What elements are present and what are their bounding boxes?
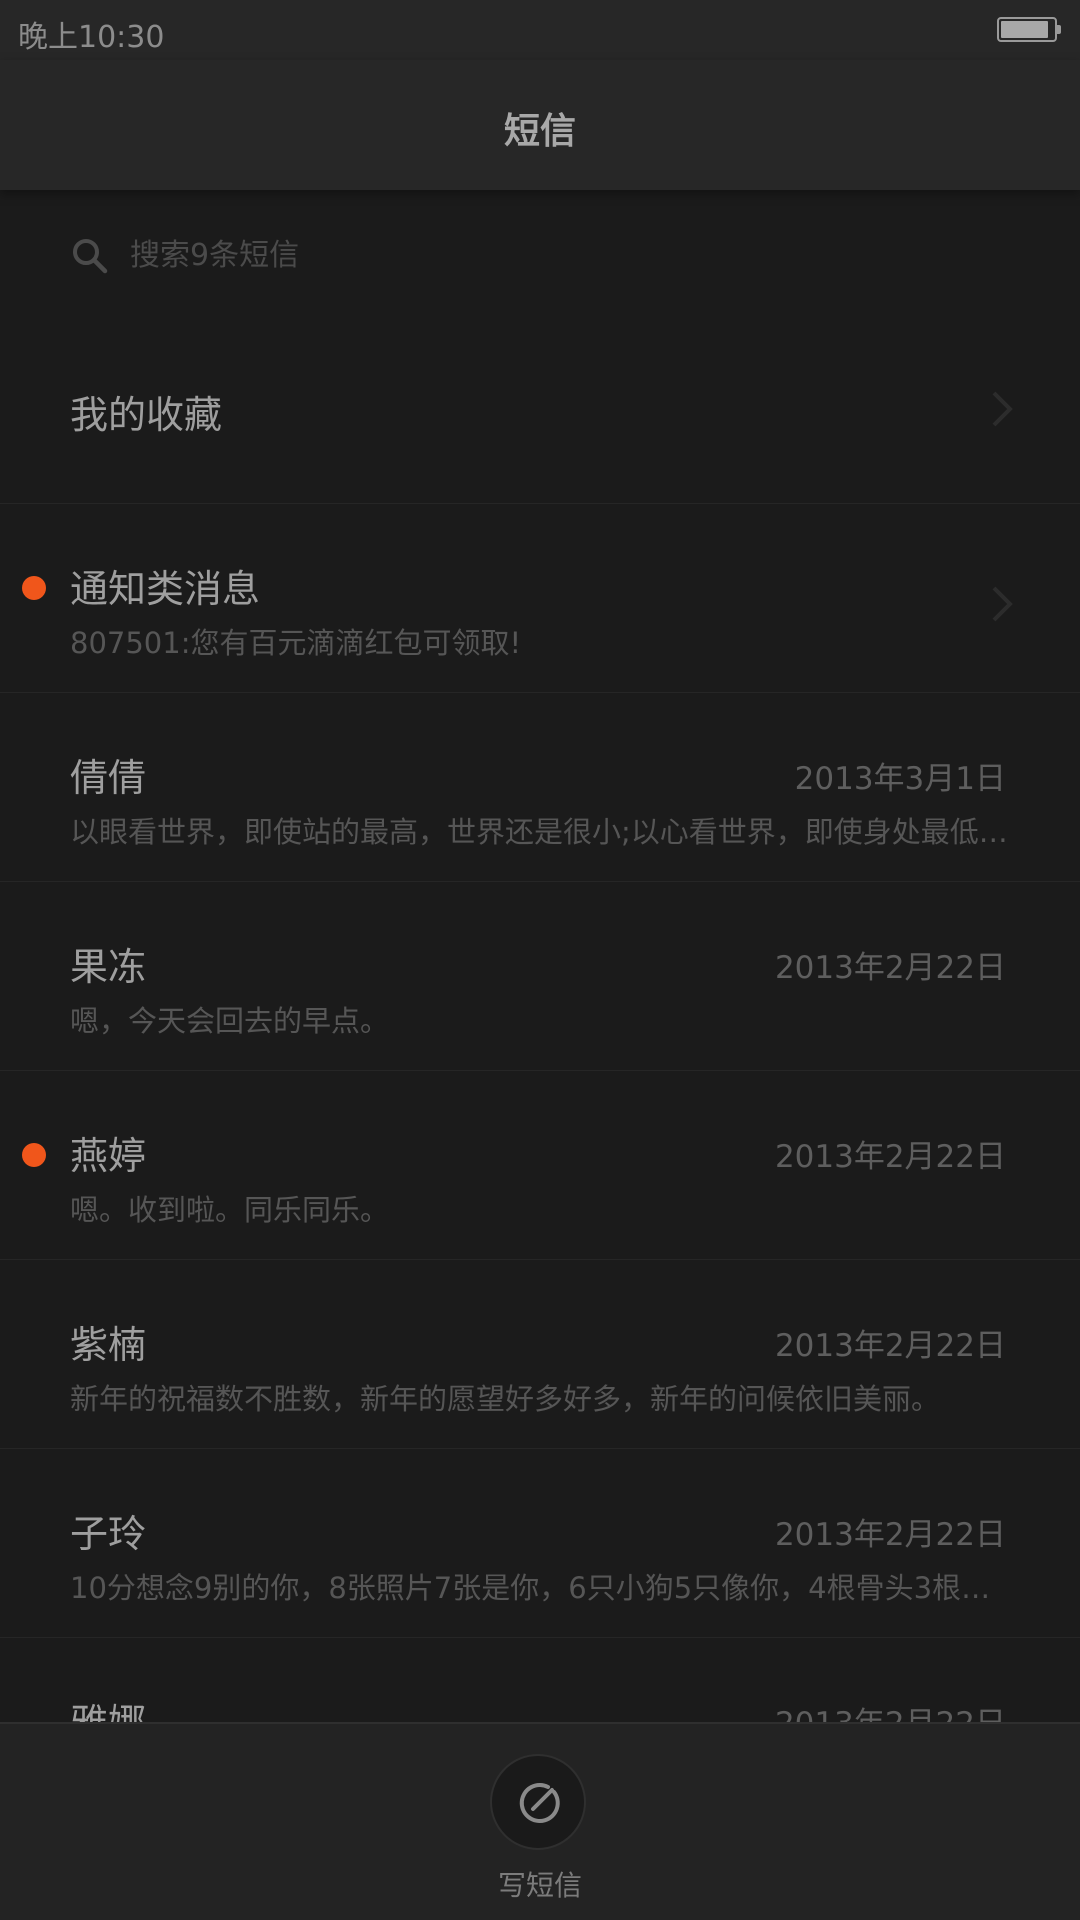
- compose-button[interactable]: [490, 1754, 586, 1850]
- search-input[interactable]: [130, 230, 930, 280]
- conversation-item[interactable]: 燕婷 2013年2月22日 嗯。收到啦。同乐同乐。: [0, 1071, 1080, 1260]
- chevron-right-icon: [992, 586, 1013, 622]
- message-preview: 嗯。收到啦。同乐同乐。: [70, 1193, 390, 1227]
- message-preview: 新年的祝福数不胜数，新年的愿望好多好多，新年的问候依旧美丽。: [70, 1382, 941, 1416]
- contact-name: 子玲: [70, 1512, 147, 1556]
- message-date: 2013年3月1日: [794, 761, 1006, 797]
- notifications-preview: 807501:您有百元滴滴红包可领取!: [70, 626, 522, 660]
- battery-tip: [1057, 25, 1061, 34]
- message-date: 2013年2月22日: [774, 1517, 1006, 1553]
- message-preview: 10分想念9别的你，8张照片7张是你，6只小狗5只像你，4根骨头3根给你。: [70, 1571, 1010, 1605]
- favorites-label: 我的收藏: [70, 393, 223, 437]
- conversation-item[interactable]: 紫楠 2013年2月22日 新年的祝福数不胜数，新年的愿望好多好多，新年的问候依…: [0, 1260, 1080, 1449]
- unread-dot: [22, 1143, 46, 1167]
- message-date: 2013年2月22日: [774, 950, 1006, 986]
- contact-name: 燕婷: [70, 1134, 147, 1178]
- message-preview: 以眼看世界，即使站的最高，世界还是很小;以心看世界，即使身处最低，世界也会很大。: [70, 815, 1010, 849]
- battery-fill: [1001, 21, 1048, 38]
- conversation-list: 我的收藏 通知类消息 807501:您有百元滴滴红包可领取! 倩倩 2013年3…: [0, 314, 1080, 1827]
- battery-icon: [997, 17, 1061, 42]
- compose-icon: [519, 1783, 560, 1823]
- bottom-bar: 写短信: [0, 1722, 1080, 1920]
- contact-name: 倩倩: [70, 756, 147, 800]
- page-title: 短信: [503, 111, 576, 152]
- favorites-item[interactable]: 我的收藏: [0, 314, 1080, 504]
- unread-dot: [22, 576, 46, 600]
- chevron-right-icon: [992, 391, 1013, 427]
- status-time: 晚上10:30: [18, 20, 165, 55]
- conversation-item[interactable]: 倩倩 2013年3月1日 以眼看世界，即使站的最高，世界还是很小;以心看世界，即…: [0, 693, 1080, 882]
- status-bar: 晚上10:30: [0, 0, 1080, 60]
- compose-label: 写短信: [497, 1869, 582, 1902]
- notifications-item[interactable]: 通知类消息 807501:您有百元滴滴红包可领取!: [0, 504, 1080, 693]
- search-icon: [73, 239, 108, 274]
- message-preview: 嗯，今天会回去的早点。: [70, 1004, 390, 1038]
- message-date: 2013年2月22日: [774, 1328, 1006, 1364]
- notifications-title: 通知类消息: [70, 567, 261, 611]
- conversation-item[interactable]: 果冻 2013年2月22日 嗯，今天会回去的早点。: [0, 882, 1080, 1071]
- title-bar: 短信: [0, 60, 1080, 190]
- message-date: 2013年2月22日: [774, 1139, 1006, 1175]
- contact-name: 果冻: [70, 945, 147, 989]
- contact-name: 紫楠: [70, 1323, 147, 1367]
- search-bar[interactable]: [0, 190, 1080, 320]
- messages-screen: 晚上10:30 短信 我的收藏 通知类消息 807501:您有百元滴滴红包可领取…: [0, 0, 1080, 1920]
- conversation-item[interactable]: 子玲 2013年2月22日 10分想念9别的你，8张照片7张是你，6只小狗5只像…: [0, 1449, 1080, 1638]
